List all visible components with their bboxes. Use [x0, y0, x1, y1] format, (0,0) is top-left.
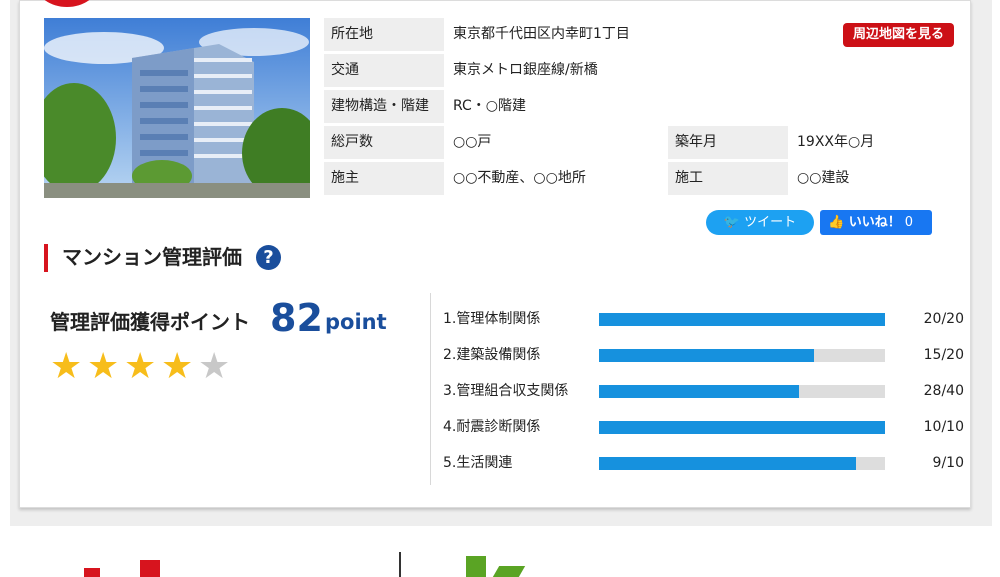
info-value: 東京メトロ銀座線/新橋: [453, 62, 598, 78]
partner-logo-red: [140, 560, 160, 577]
metric-score: 15/20: [923, 347, 964, 363]
section-title: マンション管理評価: [62, 245, 242, 269]
metric-label: 5.生活関連: [443, 455, 513, 471]
metric-row: 5.生活関連 9/10: [443, 451, 968, 475]
partner-logo-green: [466, 556, 486, 577]
info-row-address: 所在地 東京都千代田区内幸町1丁目 周辺地図を見る: [324, 18, 970, 51]
tweet-button[interactable]: 🐦 ツイート: [706, 210, 814, 235]
tweet-label: ツイート: [744, 215, 797, 230]
metric-score: 20/20: [923, 311, 964, 327]
view-map-button[interactable]: 周辺地図を見る: [842, 23, 954, 47]
metric-score: 10/10: [923, 419, 964, 435]
metric-label: 2.建築設備関係: [443, 347, 541, 363]
info-row-owner: 施主 ○○不動産、○○地所 施工 ○○建設: [324, 162, 970, 195]
twitter-bird-icon: 🐦: [723, 215, 741, 230]
metric-bar-fill: [599, 457, 857, 470]
metric-bar-fill: [599, 385, 800, 398]
info-row-structure: 建物構造・階建 RC・○階建: [324, 90, 970, 123]
logo-separator: [399, 552, 401, 577]
star-filled-icon: ★: [87, 346, 120, 387]
metric-row: 4.耐震診断関係 10/10: [443, 415, 968, 439]
metric-bar-track: [599, 349, 885, 362]
metric-bar-track: [599, 457, 885, 470]
section-accent-bar: [44, 244, 48, 272]
thumbs-up-icon: 👍: [828, 215, 845, 230]
star-empty-icon: ★: [198, 346, 231, 387]
info-value: ○○不動産、○○地所: [453, 170, 586, 186]
info-value: RC・○階建: [453, 98, 527, 114]
metric-row: 1.管理体制関係 20/20: [443, 307, 968, 331]
info-row-transit: 交通 東京メトロ銀座線/新橋: [324, 54, 970, 87]
points-value: 82: [270, 296, 323, 340]
metric-bar-fill: [599, 349, 814, 362]
metric-bar-fill: [599, 421, 885, 434]
star-filled-icon: ★: [50, 346, 83, 387]
like-button[interactable]: 👍 いいね！ 0: [820, 210, 932, 235]
info-label: 施工: [668, 162, 788, 195]
building-photo: [44, 18, 310, 198]
metric-score: 9/10: [932, 455, 964, 471]
metric-bar-track: [599, 421, 885, 434]
vertical-divider: [430, 293, 431, 485]
points-label: 管理評価獲得ポイント: [50, 310, 250, 334]
star-filled-icon: ★: [124, 346, 157, 387]
metric-score: 28/40: [923, 383, 964, 399]
partner-logo-red: [84, 568, 100, 577]
metric-label: 4.耐震診断関係: [443, 419, 541, 435]
info-value: ○○戸: [453, 134, 492, 150]
metric-label: 3.管理組合収支関係: [443, 383, 569, 399]
info-row-units: 総戸数 ○○戸 築年月 19XX年○月: [324, 126, 970, 159]
info-value: 東京都千代田区内幸町1丁目: [453, 26, 630, 42]
info-label: 建物構造・階建: [324, 90, 444, 123]
metric-bar-track: [599, 385, 885, 398]
help-icon[interactable]: ?: [256, 245, 281, 270]
corner-badge: [36, 0, 98, 7]
info-label: 交通: [324, 54, 444, 87]
info-label: 所在地: [324, 18, 444, 51]
metric-bar-track: [599, 313, 885, 326]
metric-bar-fill: [599, 313, 885, 326]
points-unit: point: [325, 310, 387, 334]
metric-row: 3.管理組合収支関係 28/40: [443, 379, 968, 403]
like-count: 0: [904, 215, 914, 230]
metric-label: 1.管理体制関係: [443, 311, 541, 327]
info-label: 総戸数: [324, 126, 444, 159]
info-label: 築年月: [668, 126, 788, 159]
partner-logo-green: [492, 566, 526, 577]
info-value: ○○建設: [797, 170, 850, 186]
star-filled-icon: ★: [161, 346, 194, 387]
metric-row: 2.建築設備関係 15/20: [443, 343, 968, 367]
info-label: 施主: [324, 162, 444, 195]
like-label: いいね！: [848, 215, 901, 230]
info-value: 19XX年○月: [797, 134, 875, 150]
